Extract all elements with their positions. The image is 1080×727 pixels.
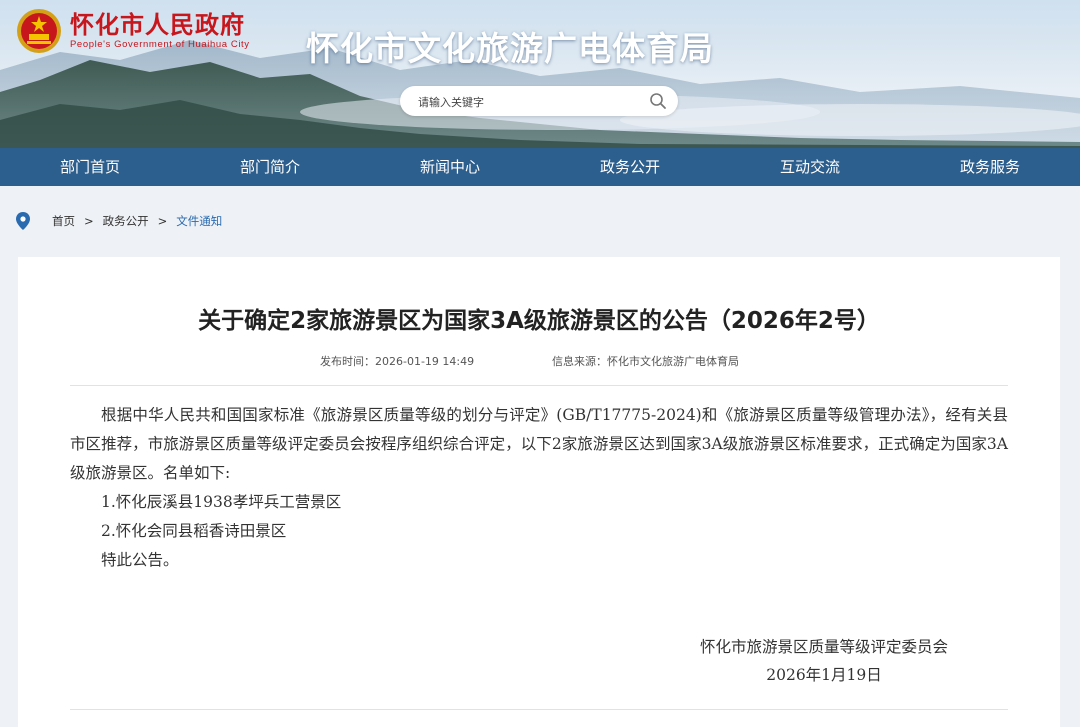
article-card: 关于确定2家旅游景区为国家3A级旅游景区的公告（2026年2号） 发布时间：20… (18, 257, 1060, 727)
breadcrumb-public-affairs[interactable]: 政务公开 (103, 213, 149, 229)
article-body: 根据中华人民共和国国家标准《旅游景区质量等级的划分与评定》(GB/T17775-… (70, 401, 1008, 575)
signature-organization: 怀化市旅游景区质量等级评定委员会 (699, 638, 948, 656)
logo-title: 怀化市人民政府 (70, 11, 245, 39)
search-icon[interactable] (648, 91, 668, 111)
site-title: 怀化市文化旅游广电体育局 (306, 29, 714, 68)
article-title: 关于确定2家旅游景区为国家3A级旅游景区的公告（2026年2号） (198, 308, 880, 334)
location-pin-icon (16, 212, 30, 230)
government-logo[interactable]: 怀化市人民政府 People's Government of Huaihua C… (16, 8, 250, 54)
logo-subtitle: People's Government of Huaihua City (70, 39, 250, 50)
nav-item-services[interactable]: 政务服务 (900, 148, 1080, 186)
nav-item-public-affairs[interactable]: 政务公开 (540, 148, 720, 186)
main-nav: 部门首页 部门简介 新闻中心 政务公开 互动交流 政务服务 (0, 148, 1080, 186)
breadcrumb-separator: > (84, 214, 94, 228)
bottom-divider (70, 709, 1008, 710)
search-input[interactable] (416, 91, 640, 113)
list-item: 1.怀化辰溪县1938孝坪兵工营景区 (101, 493, 342, 511)
article-paragraph: 根据中华人民共和国国家标准《旅游景区质量等级的划分与评定》(GB/T17775-… (70, 406, 1008, 482)
breadcrumb-home[interactable]: 首页 (52, 213, 75, 229)
signature-date: 2026年1月19日 (766, 666, 882, 684)
publish-time: 发布时间：2026-01-19 14:49 (320, 355, 475, 368)
national-emblem-icon (17, 9, 61, 53)
list-item: 2.怀化会同县稻香诗田景区 (101, 522, 287, 540)
closing-text: 特此公告。 (101, 551, 179, 569)
breadcrumb: 首页 > 政务公开 > 文件通知 (16, 210, 222, 232)
search-box (400, 86, 678, 116)
title-divider (70, 385, 1008, 386)
nav-item-home[interactable]: 部门首页 (0, 148, 180, 186)
info-source: 信息来源：怀化市文化旅游广电体育局 (552, 355, 739, 368)
nav-item-intro[interactable]: 部门简介 (180, 148, 360, 186)
breadcrumb-current[interactable]: 文件通知 (176, 213, 222, 229)
header-banner: 怀化市人民政府 People's Government of Huaihua C… (0, 0, 1080, 148)
nav-item-news[interactable]: 新闻中心 (360, 148, 540, 186)
nav-item-interaction[interactable]: 互动交流 (720, 148, 900, 186)
breadcrumb-separator: > (157, 214, 168, 228)
